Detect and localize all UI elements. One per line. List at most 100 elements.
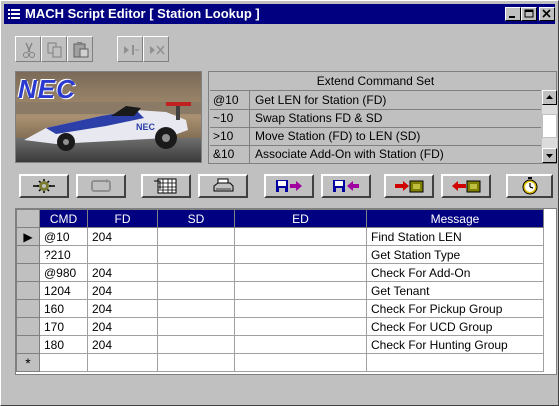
message-cell[interactable]: Check For Add-On <box>366 263 544 282</box>
row-selector[interactable] <box>16 335 40 354</box>
insert-arrow-icon <box>124 45 139 55</box>
command-item[interactable]: @10 Get LEN for Station (FD) <box>210 91 541 110</box>
table-button[interactable] <box>141 174 191 198</box>
column-header-sd[interactable]: SD <box>157 209 235 228</box>
message-cell[interactable]: Check For UCD Group <box>366 317 544 336</box>
ed-cell[interactable] <box>234 263 367 282</box>
row-selector-header[interactable] <box>16 209 40 228</box>
sd-cell[interactable] <box>157 263 235 282</box>
ed-cell[interactable] <box>234 353 367 372</box>
sd-cell[interactable] <box>157 353 235 372</box>
maximize-button[interactable] <box>521 7 537 21</box>
table-row[interactable]: ?210 Get Station Type <box>16 245 544 264</box>
row-selector[interactable] <box>16 281 40 300</box>
current-row-indicator-icon[interactable]: ▶ <box>16 227 40 246</box>
row-selector[interactable] <box>16 299 40 318</box>
table-row[interactable]: 160 204 Check For Pickup Group <box>16 299 544 318</box>
minimize-button[interactable] <box>505 7 521 21</box>
cmd-cell[interactable]: 1204 <box>39 281 88 300</box>
ed-cell[interactable] <box>234 335 367 354</box>
new-record-row[interactable]: * <box>16 353 544 372</box>
paste-button[interactable] <box>67 36 93 62</box>
cmd-cell[interactable]: @10 <box>39 227 88 246</box>
ed-cell[interactable] <box>234 245 367 264</box>
command-item[interactable]: &10 Associate Add-On with Station (FD) <box>210 145 541 163</box>
fd-cell[interactable] <box>87 353 158 372</box>
delete-step-button[interactable] <box>143 36 169 62</box>
cmd-cell[interactable]: @980 <box>39 263 88 282</box>
message-cell[interactable] <box>366 353 544 372</box>
sd-cell[interactable] <box>157 227 235 246</box>
table-row[interactable]: 1204 204 Get Tenant <box>16 281 544 300</box>
cut-button[interactable] <box>15 36 41 62</box>
new-row-asterisk-icon[interactable]: * <box>16 353 40 372</box>
cmd-cell[interactable] <box>39 353 88 372</box>
message-cell[interactable]: Get Tenant <box>366 281 544 300</box>
table-row[interactable]: @980 204 Check For Add-On <box>16 263 544 282</box>
fd-cell[interactable]: 204 <box>87 227 158 246</box>
row-selector[interactable] <box>16 245 40 264</box>
message-cell[interactable]: Find Station LEN <box>366 227 544 246</box>
scroll-down-button[interactable] <box>542 148 557 163</box>
fd-cell[interactable]: 204 <box>87 299 158 318</box>
title-bar[interactable]: MACH Script Editor [ Station Lookup ] <box>4 4 555 24</box>
command-list-scrollbar[interactable] <box>542 90 557 163</box>
close-button[interactable] <box>539 7 555 21</box>
column-header-cmd[interactable]: CMD <box>39 209 88 228</box>
table-row[interactable]: 180 204 Check For Hunting Group <box>16 335 544 354</box>
close-icon <box>542 9 551 18</box>
message-cell[interactable]: Check For Hunting Group <box>366 335 544 354</box>
column-header-ed[interactable]: ED <box>234 209 367 228</box>
ed-cell[interactable] <box>234 281 367 300</box>
insert-step-button[interactable] <box>117 36 143 62</box>
ed-cell[interactable] <box>234 299 367 318</box>
save-right-arrow-icon <box>276 180 302 192</box>
command-description: Associate Add-On with Station (FD) <box>255 147 444 161</box>
fd-cell[interactable] <box>87 245 158 264</box>
ed-cell[interactable] <box>234 227 367 246</box>
command-item[interactable]: ~10 Swap Stations FD & SD <box>210 109 541 128</box>
import-button[interactable] <box>384 174 434 198</box>
sd-cell[interactable] <box>157 299 235 318</box>
cmd-cell[interactable]: 180 <box>39 335 88 354</box>
timer-button[interactable] <box>506 174 553 198</box>
save-forward-button[interactable] <box>264 174 314 198</box>
print-button[interactable] <box>198 174 248 198</box>
message-cell[interactable]: Check For Pickup Group <box>366 299 544 318</box>
row-selector[interactable] <box>16 263 40 282</box>
fd-cell[interactable]: 204 <box>87 335 158 354</box>
column-header-fd[interactable]: FD <box>87 209 158 228</box>
window-title: MACH Script Editor [ Station Lookup ] <box>25 6 260 21</box>
sd-cell[interactable] <box>157 335 235 354</box>
ed-cell[interactable] <box>234 317 367 336</box>
extend-command-set-list[interactable]: Extend Command Set @10 Get LEN for Stati… <box>208 71 557 164</box>
column-header-message[interactable]: Message <box>366 209 544 228</box>
export-button[interactable] <box>441 174 491 198</box>
settings-button[interactable] <box>19 174 69 198</box>
fd-cell[interactable]: 204 <box>87 281 158 300</box>
message-cell[interactable]: Get Station Type <box>366 245 544 264</box>
table-row[interactable]: ▶ @10 204 Find Station LEN <box>16 227 544 246</box>
command-code: ~10 <box>213 111 234 125</box>
cmd-cell[interactable]: ?210 <box>39 245 88 264</box>
cmd-cell[interactable]: 160 <box>39 299 88 318</box>
save-back-button[interactable] <box>321 174 371 198</box>
scroll-up-button[interactable] <box>542 90 557 105</box>
sd-cell[interactable] <box>157 245 235 264</box>
nec-logo: NEC <box>18 74 76 104</box>
row-selector[interactable] <box>16 317 40 336</box>
table-row[interactable]: 170 204 Check For UCD Group <box>16 317 544 336</box>
loop-button[interactable] <box>76 174 126 198</box>
sd-cell[interactable] <box>157 317 235 336</box>
command-item[interactable]: >10 Move Station (FD) to LEN (SD) <box>210 127 541 146</box>
app-menu-icon[interactable] <box>8 8 20 20</box>
save-left-arrow-icon <box>333 180 359 192</box>
arrow-down-icon <box>546 154 553 158</box>
cmd-cell[interactable]: 170 <box>39 317 88 336</box>
sd-cell[interactable] <box>157 281 235 300</box>
fd-cell[interactable]: 204 <box>87 317 158 336</box>
copy-button[interactable] <box>41 36 67 62</box>
fd-cell[interactable]: 204 <box>87 263 158 282</box>
scroll-thumb[interactable] <box>542 114 557 138</box>
script-grid[interactable]: CMD FD SD ED Message ▶ @10 204 Find Stat… <box>15 208 557 375</box>
